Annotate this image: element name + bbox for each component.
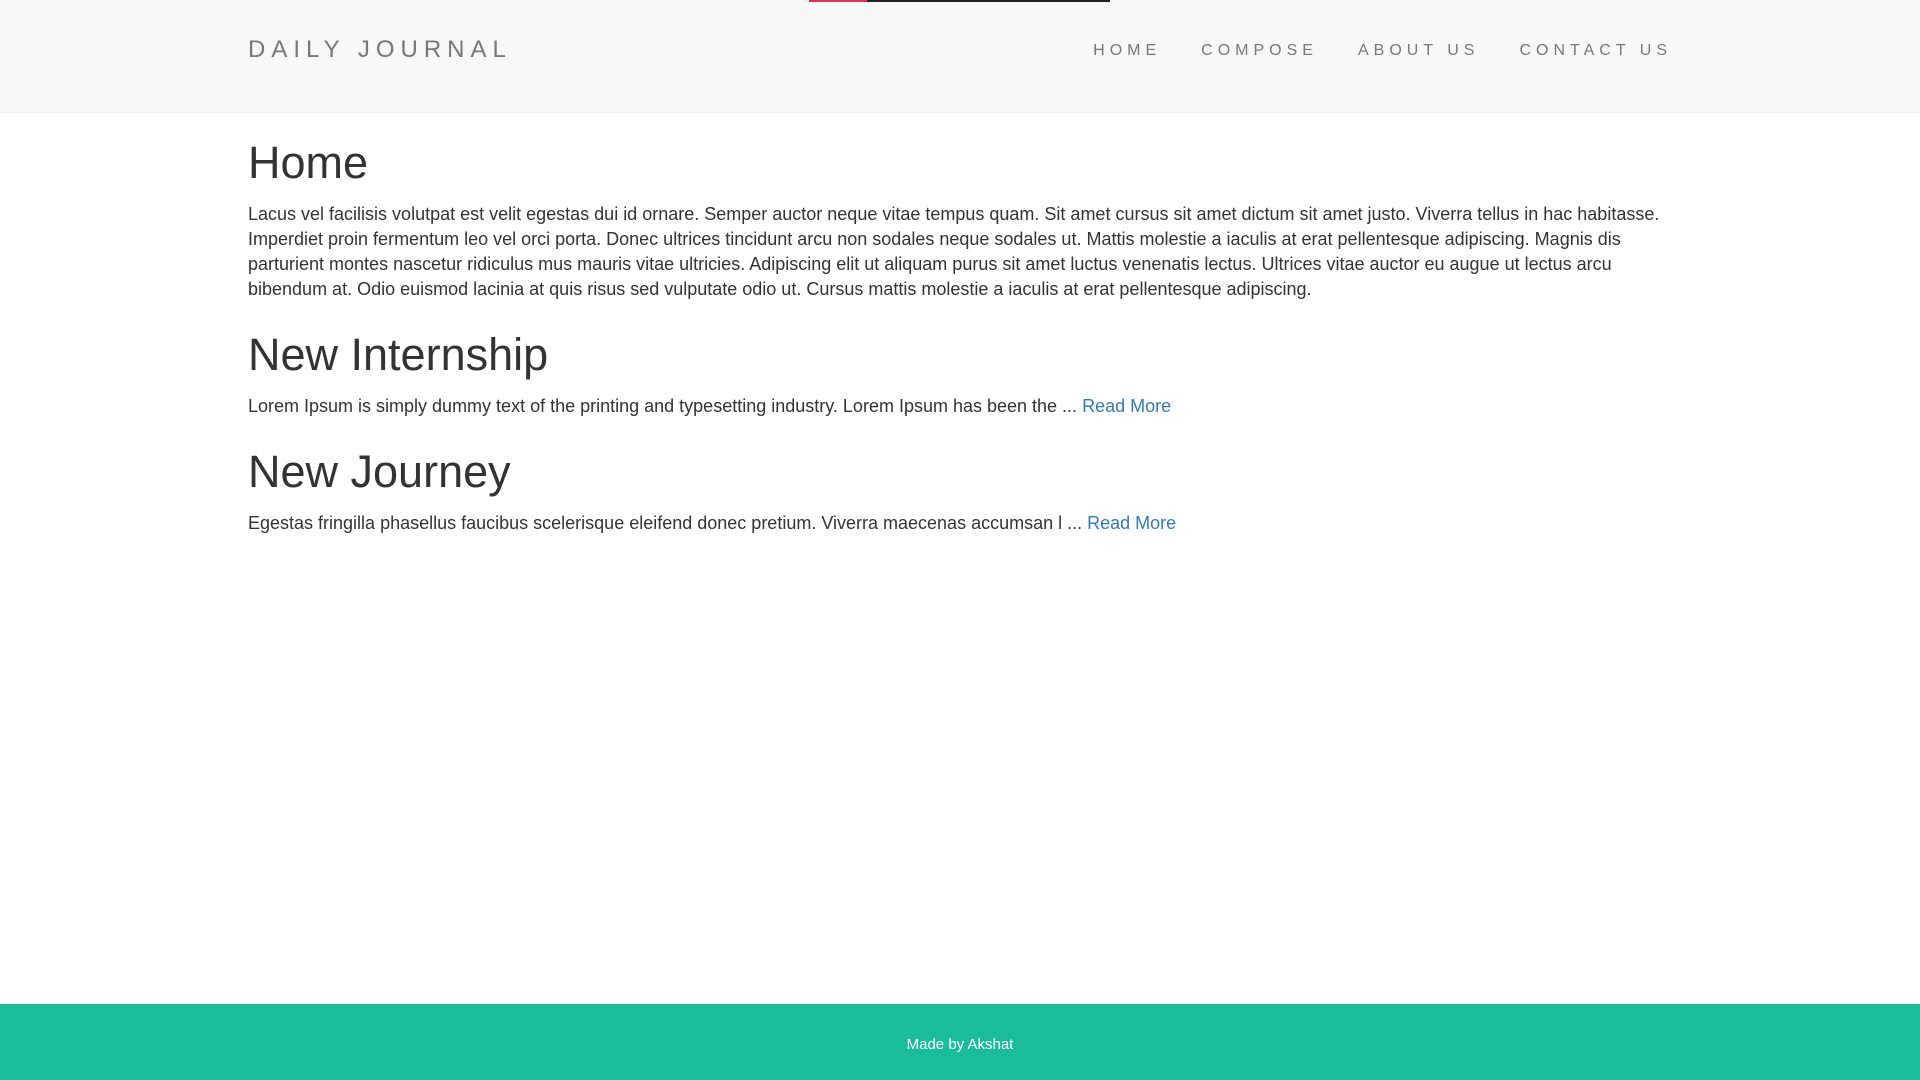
navbar-inner: DAILY JOURNAL HOME COMPOSE ABOUT US CONT… bbox=[248, 0, 1672, 112]
nav-link-about-us[interactable]: ABOUT US bbox=[1358, 41, 1480, 61]
brand-logo[interactable]: DAILY JOURNAL bbox=[248, 36, 512, 64]
post-card: New Internship Lorem Ipsum is simply dum… bbox=[248, 329, 1672, 419]
browser-loading-bar bbox=[809, 0, 1110, 2]
post-excerpt-line: Lorem Ipsum is simply dummy text of the … bbox=[248, 394, 1672, 419]
navbar: DAILY JOURNAL HOME COMPOSE ABOUT US CONT… bbox=[0, 0, 1920, 113]
read-more-link[interactable]: Read More bbox=[1082, 396, 1171, 416]
main-content: Home Lacus vel facilisis volutpat est ve… bbox=[248, 137, 1672, 536]
post-title: New Internship bbox=[248, 329, 549, 380]
nav-link-home[interactable]: HOME bbox=[1093, 41, 1161, 61]
home-intro: Home Lacus vel facilisis volutpat est ve… bbox=[248, 137, 1672, 302]
intro-paragraph: Lacus vel facilisis volutpat est velit e… bbox=[248, 204, 1660, 299]
footer-credit: Made by Akshat bbox=[906, 1035, 1014, 1053]
footer: Made by Akshat bbox=[0, 1004, 1920, 1080]
loading-bar-accent bbox=[809, 0, 867, 2]
post-card: New Journey Egestas fringilla phasellus … bbox=[248, 446, 1672, 536]
nav-link-contact-us[interactable]: CONTACT US bbox=[1519, 41, 1672, 61]
nav-link-compose[interactable]: COMPOSE bbox=[1201, 41, 1318, 61]
post-excerpt: Lorem Ipsum is simply dummy text of the … bbox=[248, 396, 1078, 416]
read-more-link[interactable]: Read More bbox=[1087, 513, 1176, 533]
post-excerpt: Egestas fringilla phasellus faucibus sce… bbox=[248, 513, 1083, 533]
page-title: Home bbox=[248, 137, 369, 188]
post-excerpt-line: Egestas fringilla phasellus faucibus sce… bbox=[248, 511, 1672, 536]
nav-links: HOME COMPOSE ABOUT US CONTACT US bbox=[1093, 36, 1672, 61]
post-title: New Journey bbox=[248, 446, 511, 497]
